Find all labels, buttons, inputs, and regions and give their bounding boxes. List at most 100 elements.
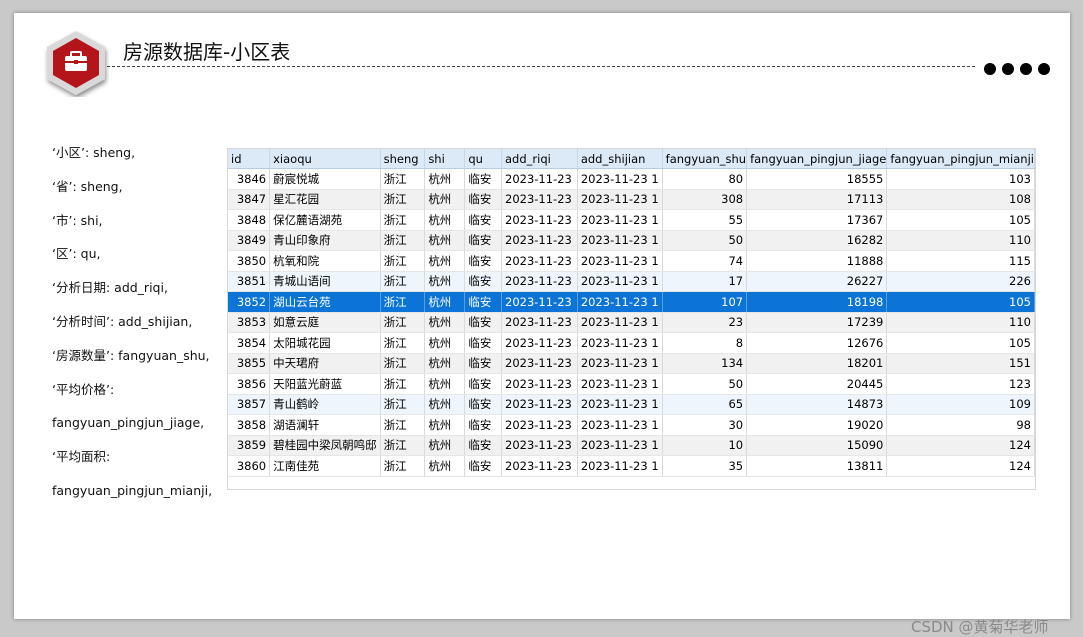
table-cell[interactable]: 临安 <box>464 455 502 477</box>
table-cell[interactable]: 13811 <box>746 455 888 477</box>
table-cell[interactable]: 临安 <box>464 414 502 436</box>
table-cell[interactable]: 2023-11-23 1 <box>577 435 663 456</box>
table-row[interactable]: 3846 蔚宸悦城 浙江 杭州 临安 2023-11-23 2023-11-23 1 80 18… <box>228 168 1035 190</box>
table-row[interactable]: 3858 湖语澜轩 浙江 杭州 临安 2023-11-23 2023-11-23 1 30 19… <box>228 414 1035 436</box>
table-cell[interactable]: 3856 <box>228 373 271 395</box>
table-cell[interactable]: 35 <box>662 455 748 477</box>
table-row[interactable]: 3854 太阳城花园 浙江 杭州 临安 2023-11-23 2023-11-23 1 8 12… <box>228 332 1035 354</box>
table-cell[interactable]: 如意云庭 <box>269 312 381 333</box>
table-cell[interactable]: 碧桂园中梁凤朝鸣邸 <box>269 435 381 456</box>
table-cell[interactable]: 浙江 <box>380 332 426 354</box>
table-cell[interactable]: 20445 <box>746 373 888 395</box>
table-cell[interactable]: 2023-11-23 1 <box>577 414 663 436</box>
table-cell[interactable]: 15090 <box>746 435 888 456</box>
table-cell[interactable]: 浙江 <box>380 353 426 374</box>
table-cell[interactable]: 临安 <box>464 332 502 354</box>
table-row[interactable]: 3849 青山印象府 浙江 杭州 临安 2023-11-23 2023-11-23 1 50 1… <box>228 230 1035 251</box>
table-cell[interactable]: 16282 <box>746 230 888 251</box>
table-cell[interactable]: 中天珺府 <box>269 353 381 374</box>
table-cell[interactable]: 17367 <box>746 209 888 231</box>
table-cell[interactable]: 临安 <box>464 168 502 190</box>
table-cell[interactable]: 浙江 <box>380 394 426 415</box>
table-row[interactable]: 3860 江南佳苑 浙江 杭州 临安 2023-11-23 2023-11-23 1 35 13… <box>228 455 1035 477</box>
table-cell[interactable]: 青城山语间 <box>269 271 381 292</box>
table-cell[interactable]: 2023-11-23 1 <box>577 373 663 395</box>
table-cell[interactable]: 杭州 <box>424 209 466 231</box>
table-cell[interactable]: 105 <box>886 291 1035 313</box>
table-cell[interactable]: 杭州 <box>424 291 466 313</box>
table-cell[interactable]: 80 <box>662 168 748 190</box>
table-cell[interactable]: 浙江 <box>380 209 426 231</box>
table-cell[interactable]: 临安 <box>464 312 502 333</box>
table-cell[interactable]: 3848 <box>228 209 271 231</box>
table-row[interactable]: 3855 中天珺府 浙江 杭州 临安 2023-11-23 2023-11-23 1 134 1… <box>228 353 1035 374</box>
table-cell[interactable]: 2023-11-23 <box>501 332 578 354</box>
column-header-xiaoqu[interactable]: xiaoqu <box>269 149 381 169</box>
table-cell[interactable]: 107 <box>662 291 748 313</box>
table-cell[interactable]: 保亿麓语湖苑 <box>269 209 381 231</box>
table-cell[interactable]: 3860 <box>228 455 271 477</box>
table-cell[interactable]: 浙江 <box>380 230 426 251</box>
table-cell[interactable]: 杭州 <box>424 250 466 272</box>
table-cell[interactable]: 临安 <box>464 435 502 456</box>
column-header-fangyuan-pingjun-jiage[interactable]: fangyuan_pingjun_jiage <box>746 149 888 169</box>
table-cell[interactable]: 天阳蓝光蔚蓝 <box>269 373 381 395</box>
table-cell[interactable]: 临安 <box>464 353 502 374</box>
table-cell[interactable]: 12676 <box>746 332 888 354</box>
table-row[interactable]: 3850 杭氧和院 浙江 杭州 临安 2023-11-23 2023-11-23 1 74 11… <box>228 250 1035 272</box>
table-cell[interactable]: 2023-11-23 <box>501 230 578 251</box>
table-row[interactable]: 3852 湖山云台苑 浙江 杭州 临安 2023-11-23 2023-11-23 1 107… <box>228 291 1035 313</box>
table-cell[interactable]: 123 <box>886 373 1035 395</box>
table-cell[interactable]: 98 <box>886 414 1035 436</box>
table-cell[interactable]: 3849 <box>228 230 271 251</box>
table-cell[interactable]: 151 <box>886 353 1035 374</box>
table-row[interactable]: 3847 星汇花园 浙江 杭州 临安 2023-11-23 2023-11-23 1 308 1… <box>228 189 1035 210</box>
table-cell[interactable]: 17113 <box>746 189 888 210</box>
table-cell[interactable]: 临安 <box>464 373 502 395</box>
table-row[interactable]: 3853 如意云庭 浙江 杭州 临安 2023-11-23 2023-11-23 1 23 17… <box>228 312 1035 333</box>
table-cell[interactable]: 30 <box>662 414 748 436</box>
table-cell[interactable]: 2023-11-23 1 <box>577 271 663 292</box>
table-cell[interactable]: 2023-11-23 1 <box>577 209 663 231</box>
table-cell[interactable]: 18198 <box>746 291 888 313</box>
column-header-id[interactable]: id <box>228 149 271 169</box>
table-cell[interactable]: 3846 <box>228 168 271 190</box>
table-cell[interactable]: 23 <box>662 312 748 333</box>
table-cell[interactable]: 杭州 <box>424 312 466 333</box>
table-cell[interactable]: 74 <box>662 250 748 272</box>
table-cell[interactable]: 杭州 <box>424 455 466 477</box>
table-cell[interactable]: 3850 <box>228 250 271 272</box>
table-cell[interactable]: 26227 <box>746 271 888 292</box>
table-cell[interactable]: 50 <box>662 230 748 251</box>
table-cell[interactable]: 杭州 <box>424 189 466 210</box>
table-cell[interactable]: 226 <box>886 271 1035 292</box>
table-cell[interactable]: 3854 <box>228 332 271 354</box>
table-cell[interactable]: 杭州 <box>424 230 466 251</box>
table-cell[interactable]: 2023-11-23 <box>501 312 578 333</box>
table-cell[interactable]: 2023-11-23 <box>501 394 578 415</box>
table-cell[interactable]: 8 <box>662 332 748 354</box>
table-cell[interactable]: 2023-11-23 <box>501 271 578 292</box>
data-grid[interactable]: id xiaoqu sheng shi qu add_riqi add_shijian fan… <box>227 148 1036 490</box>
table-cell[interactable]: 3852 <box>228 291 271 313</box>
table-cell[interactable]: 杭州 <box>424 168 466 190</box>
table-cell[interactable]: 临安 <box>464 250 502 272</box>
table-cell[interactable]: 14873 <box>746 394 888 415</box>
table-cell[interactable]: 2023-11-23 1 <box>577 291 663 313</box>
column-header-fangyuan-pingjun-mianji[interactable]: fangyuan_pingjun_mianji <box>886 149 1035 169</box>
table-cell[interactable]: 浙江 <box>380 271 426 292</box>
table-cell[interactable]: 110 <box>886 312 1035 333</box>
table-cell[interactable]: 108 <box>886 189 1035 210</box>
table-row[interactable]: 3857 青山鹤岭 浙江 杭州 临安 2023-11-23 2023-11-23 1 65 14… <box>228 394 1035 415</box>
table-cell[interactable]: 临安 <box>464 189 502 210</box>
table-row[interactable]: 3859 碧桂园中梁凤朝鸣邸 浙江 杭州 临安 2023-11-23 2023-11-23 … <box>228 435 1035 456</box>
table-cell[interactable]: 11888 <box>746 250 888 272</box>
table-cell[interactable]: 3859 <box>228 435 271 456</box>
table-cell[interactable]: 临安 <box>464 209 502 231</box>
table-cell[interactable]: 青山鹤岭 <box>269 394 381 415</box>
table-cell[interactable]: 杭州 <box>424 332 466 354</box>
table-cell[interactable]: 浙江 <box>380 168 426 190</box>
table-cell[interactable]: 105 <box>886 209 1035 231</box>
table-cell[interactable]: 杭州 <box>424 394 466 415</box>
table-cell[interactable]: 杭氧和院 <box>269 250 381 272</box>
